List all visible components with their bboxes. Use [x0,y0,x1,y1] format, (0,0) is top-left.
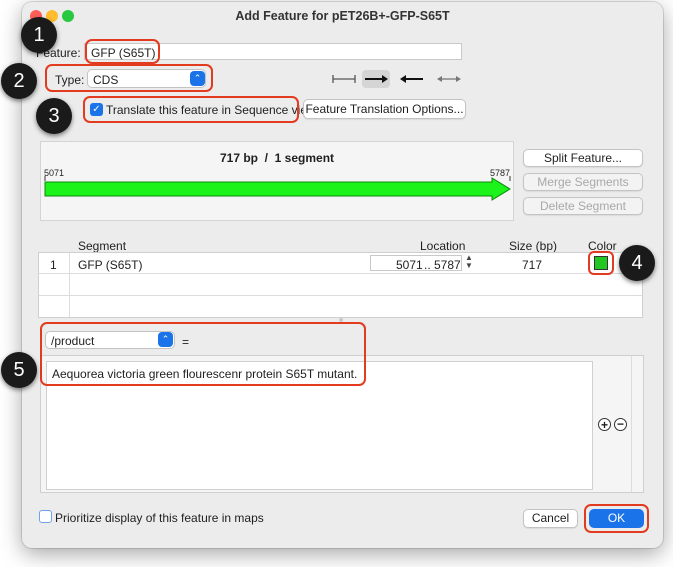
highlight-feature-name [85,39,160,64]
direction-none-icon[interactable] [328,71,360,87]
summary-segments: 1 segment [274,151,335,165]
highlight-ok [584,504,649,533]
highlight-qualifier [40,322,366,386]
row-segment-name: GFP (S65T) [78,258,143,272]
row-index: 1 [50,258,57,272]
prioritize-label: Prioritize display of this feature in ma… [55,511,264,525]
header-segment: Segment [78,239,127,253]
feature-map-summary: 717 bp / 1 segment [40,151,514,165]
direction-both-icon[interactable] [435,71,463,87]
delete-segment-button[interactable]: Delete Segment [523,197,643,215]
step-marker-2: 2 [1,63,37,99]
scrollbar-track[interactable] [631,356,632,492]
remove-qualifier-icon[interactable]: − [614,418,627,431]
window-title: Add Feature for pET26B+-GFP-S65T [235,9,450,23]
row-size: 717 [522,258,543,272]
direction-reverse-icon[interactable] [398,71,426,87]
step-marker-1: 1 [21,17,57,53]
location-start: 5071 [396,258,423,272]
highlight-type [45,64,213,92]
split-feature-button[interactable]: Split Feature... [523,149,643,167]
header-location: Location [420,239,466,253]
prioritize-checkbox[interactable] [39,510,52,523]
location-end: 5787 [434,258,461,272]
summary-bp: 717 bp [219,151,258,165]
feature-arrow[interactable] [44,175,512,201]
header-size: Size (bp) [509,239,558,253]
step-marker-4: 4 [619,245,655,281]
highlight-color [588,251,614,275]
add-qualifier-icon[interactable]: + [598,418,611,431]
merge-segments-button[interactable]: Merge Segments [523,173,643,191]
step-marker-3: 3 [36,98,72,134]
cancel-button[interactable]: Cancel [523,509,578,528]
summary-separator: / [264,151,268,165]
highlight-translate [83,96,299,123]
feature-translation-options-button[interactable]: Feature Translation Options... [303,99,466,119]
location-separator: .. [424,258,431,272]
table-row-divider [39,273,642,274]
step-marker-5: 5 [1,352,37,388]
direction-forward-icon[interactable] [362,70,390,88]
location-stepper-icon[interactable]: ▲ ▼ [464,254,474,271]
table-row-divider [39,295,642,296]
